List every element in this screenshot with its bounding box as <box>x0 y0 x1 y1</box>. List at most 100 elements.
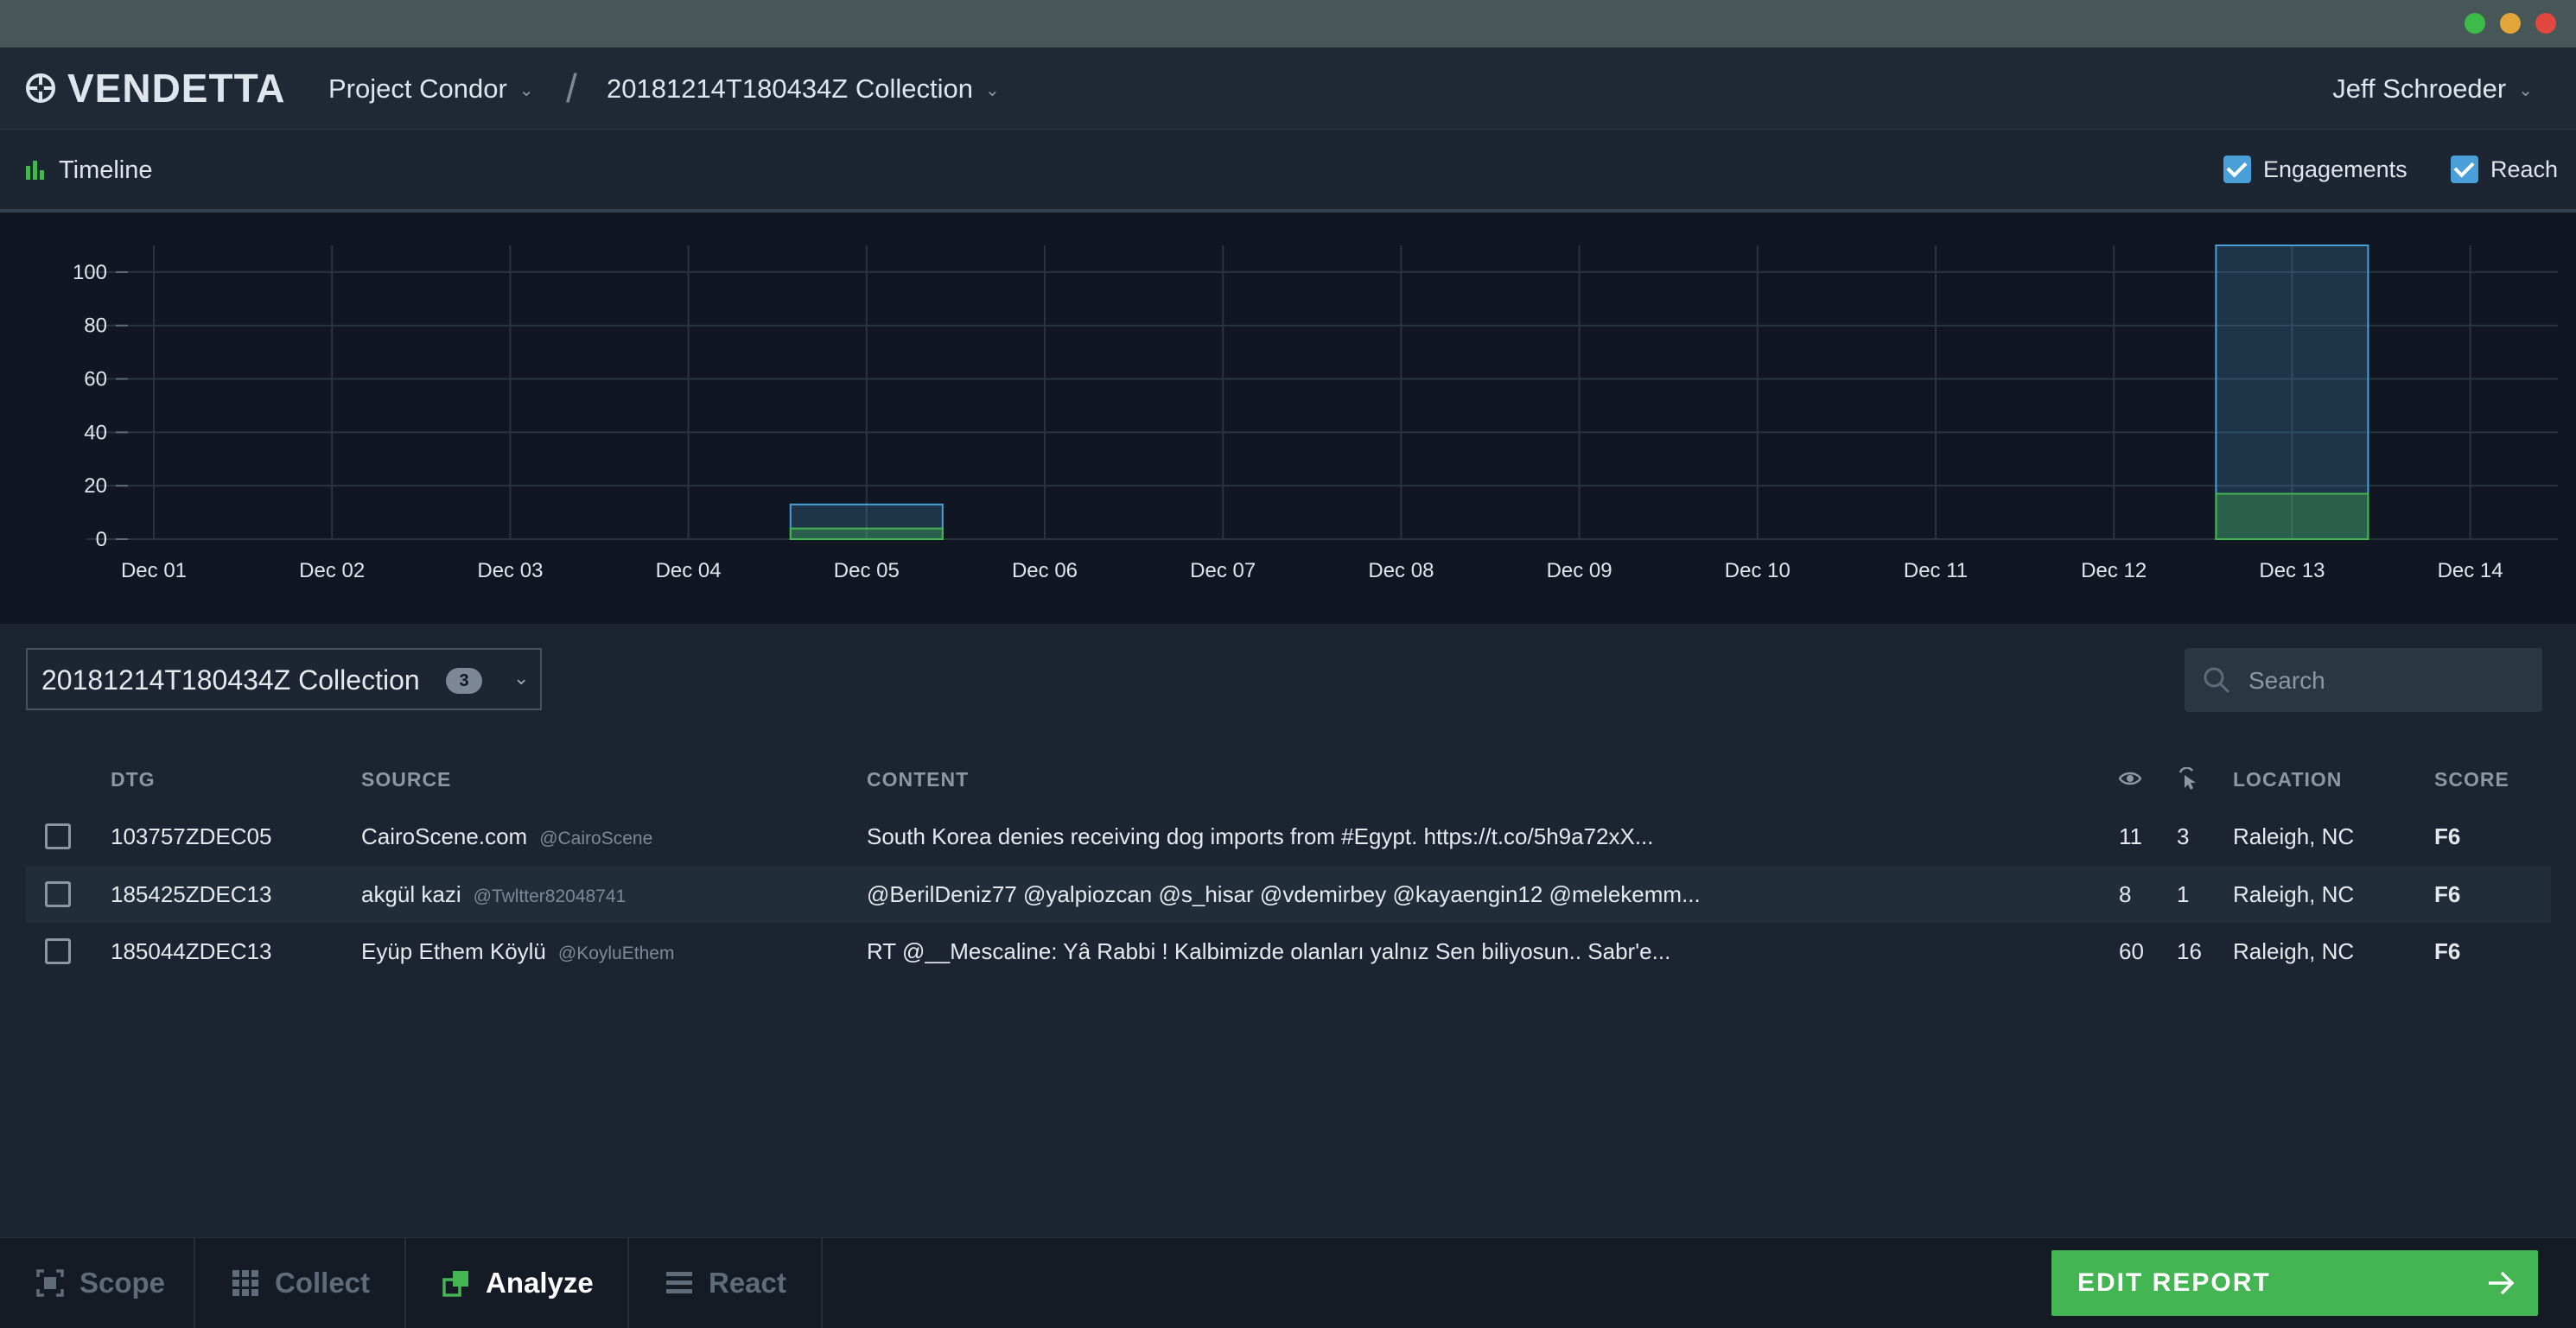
engagements-checkbox[interactable] <box>2223 156 2251 183</box>
x-tick-label: Dec 08 <box>1368 559 1434 582</box>
bar-chart-icon <box>26 161 44 180</box>
row-source-name: CairoScene.com <box>361 823 528 849</box>
breadcrumb-project-label: Project Condor <box>328 73 507 104</box>
row-source-handle: @KoyluEthem <box>557 944 675 963</box>
row-content[interactable]: @BerilDeniz77 @yalpiozcan @s_hisar @vdem… <box>867 881 1701 907</box>
y-tick-label: 20 <box>84 474 107 498</box>
row-source-handle: @Twltter82048741 <box>473 886 627 906</box>
column-header-location[interactable]: LOCATION <box>2233 767 2342 791</box>
x-tick-label: Dec 04 <box>656 559 722 582</box>
table-row[interactable]: 103757ZDEC05 CairoScene.com @CairoScene S… <box>26 808 2551 865</box>
row-clicks: 16 <box>2177 938 2202 964</box>
row-location: Raleigh, NC <box>2233 881 2355 907</box>
y-tick-label: 60 <box>84 368 107 391</box>
row-source[interactable]: CairoScene.com @CairoScene <box>361 823 652 852</box>
user-menu[interactable]: Jeff Schroeder ⌄ <box>2332 73 2533 106</box>
cursor-click-icon[interactable] <box>2177 767 2199 790</box>
app-header: VENDETTA Project Condor ⌄ / 20181214T1804… <box>0 48 2576 130</box>
x-tick-label: Dec 01 <box>121 559 187 582</box>
x-tick-label: Dec 14 <box>2438 559 2503 582</box>
timeline-chart: 0 20 40 60 80 100 Dec 01 Dec 02 Dec 03 Dec 04 Dec … <box>0 213 2576 624</box>
row-score: F6 <box>2434 881 2461 907</box>
x-tick-label: Dec 03 <box>477 559 543 582</box>
table-row[interactable]: 185044ZDEC13 Eyüp Ethem Köylü @KoyluEthem… <box>26 923 2551 980</box>
engagements-toggle[interactable]: Engagements <box>2223 154 2407 185</box>
row-source-name: Eyüp Ethem Köylü <box>361 938 546 964</box>
collection-count-badge: 3 <box>446 668 482 694</box>
breadcrumb-project[interactable]: Project Condor ⌄ <box>328 73 534 106</box>
row-location: Raleigh, NC <box>2233 823 2355 849</box>
chevron-down-icon: ⌄ <box>518 80 534 100</box>
grid-icon <box>232 1270 258 1296</box>
y-tick-label: 40 <box>84 421 107 444</box>
x-tick-label: Dec 07 <box>1190 559 1256 582</box>
window-minimize-button[interactable] <box>2500 13 2521 34</box>
timeline-title: Timeline <box>59 156 153 184</box>
user-name: Jeff Schroeder <box>2332 73 2507 104</box>
tab-collect[interactable]: Collect <box>195 1238 406 1328</box>
x-tick-label: Dec 12 <box>2081 559 2147 582</box>
y-tick-label: 80 <box>84 315 107 338</box>
search-icon <box>2204 667 2230 694</box>
x-tick-label: Dec 02 <box>299 559 365 582</box>
x-tick-label: Dec 10 <box>1725 559 1790 582</box>
window-close-button[interactable] <box>2535 13 2556 34</box>
row-views: 60 <box>2119 938 2144 964</box>
engagements-label: Engagements <box>2263 156 2407 182</box>
crosshair-logo-icon <box>26 73 55 103</box>
tab-react[interactable]: React <box>629 1238 823 1328</box>
row-source-handle: @CairoScene <box>539 829 653 848</box>
tab-collect-label: Collect <box>275 1267 371 1299</box>
column-header-dtg[interactable]: DTG <box>111 767 156 791</box>
row-source[interactable]: akgül kazi @Twltter82048741 <box>361 881 626 910</box>
window-maximize-button[interactable] <box>2465 13 2485 34</box>
column-header-source[interactable]: SOURCE <box>361 767 451 791</box>
search-box[interactable] <box>2185 648 2542 714</box>
collection-select[interactable]: 20181214T180434Z Collection 3 ⌄ <box>26 648 542 710</box>
x-tick-label: Dec 11 <box>1904 559 1968 582</box>
row-views: 8 <box>2119 881 2132 907</box>
row-location: Raleigh, NC <box>2233 938 2355 964</box>
breadcrumb-collection[interactable]: 20181214T180434Z Collection ⌄ <box>607 73 1000 106</box>
table-row[interactable]: 185425ZDEC13 akgül kazi @Twltter82048741 … <box>26 866 2551 923</box>
row-checkbox[interactable] <box>45 938 71 964</box>
analyze-icon <box>442 1271 468 1297</box>
breadcrumb-collection-label: 20181214T180434Z Collection <box>607 73 973 104</box>
chevron-down-icon: ⌄ <box>984 80 1000 100</box>
reach-label: Reach <box>2490 156 2559 182</box>
column-header-content[interactable]: CONTENT <box>867 767 969 791</box>
chevron-down-icon: ⌄ <box>2518 80 2533 100</box>
tab-scope[interactable]: Scope <box>0 1238 195 1328</box>
y-tick-label: 0 <box>96 528 107 551</box>
row-score: F6 <box>2434 938 2461 964</box>
row-checkbox[interactable] <box>45 881 71 907</box>
collection-select-label: 20181214T180434Z Collection <box>41 664 420 696</box>
reach-checkbox[interactable] <box>2451 156 2478 183</box>
column-header-score[interactable]: SCORE <box>2434 767 2509 791</box>
reach-toggle[interactable]: Reach <box>2451 154 2558 185</box>
row-dtg: 185044ZDEC13 <box>111 938 272 964</box>
app-logo: VENDETTA <box>67 66 286 111</box>
row-checkbox[interactable] <box>45 823 71 849</box>
row-clicks: 1 <box>2177 881 2190 907</box>
row-content[interactable]: RT @__Mescaline: Yâ Rabbi ! Kalbimizde o… <box>867 938 1670 964</box>
breadcrumb-separator: / <box>566 66 577 111</box>
edit-report-button[interactable]: EDIT REPORT <box>2051 1250 2538 1316</box>
tab-scope-label: Scope <box>80 1267 166 1299</box>
row-source-name: akgül kazi <box>361 881 461 907</box>
timeline-chart-svg: 0 20 40 60 80 100 Dec 01 Dec 02 Dec 03 Dec 04 Dec … <box>73 245 2558 582</box>
tab-analyze-label: Analyze <box>486 1267 594 1299</box>
eye-icon[interactable] <box>2119 769 2141 788</box>
row-content[interactable]: South Korea denies receiving dog imports… <box>867 823 1654 849</box>
list-icon <box>666 1272 692 1293</box>
row-score: F6 <box>2434 823 2461 849</box>
scope-icon <box>36 1269 64 1297</box>
search-input[interactable] <box>2247 648 2527 714</box>
row-dtg: 103757ZDEC05 <box>111 823 272 849</box>
row-source[interactable]: Eyüp Ethem Köylü @KoyluEthem <box>361 938 674 967</box>
bottom-nav: Scope Collect Analyze React EDIT REPORT <box>0 1237 2576 1328</box>
x-tick-label: Dec 06 <box>1012 559 1078 582</box>
timeline-header: Timeline Engagements Reach <box>0 130 2576 213</box>
tab-analyze[interactable]: Analyze <box>406 1238 629 1328</box>
chevron-down-icon: ⌄ <box>513 667 530 689</box>
